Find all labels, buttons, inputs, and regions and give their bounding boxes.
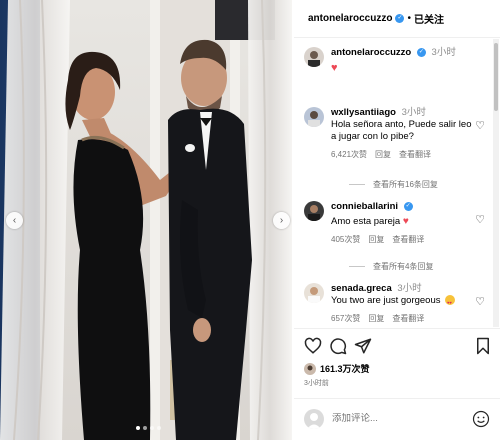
comments-scrollbar[interactable]: [493, 39, 499, 327]
carousel-dot: [150, 426, 154, 430]
verified-icon: ✓: [416, 47, 426, 57]
post-time: 3小时前: [304, 380, 329, 387]
comment-item: connieballarini ✓ Amo esta pareja ♥ 405次…: [304, 201, 489, 245]
scrollbar-thumb[interactable]: [494, 43, 498, 111]
comment-like-icon[interactable]: ♡: [475, 213, 485, 226]
chevron-right-icon: ›: [279, 215, 284, 226]
add-comment-bar: [294, 398, 500, 440]
comment-username[interactable]: senada.greca: [331, 283, 392, 294]
comment-likes[interactable]: 657次赞: [331, 313, 360, 324]
comments-list[interactable]: antonelaroccuzzo ✓ 3小时 ♥ wxllysantiiago …: [294, 39, 492, 327]
translate-button[interactable]: 查看翻译: [392, 313, 424, 324]
view-replies-label: 查看所有4条回复: [373, 262, 434, 271]
reply-button[interactable]: 回复: [368, 234, 384, 245]
comment-item: wxllysantiiago 3小时 Hola señora anto, Pue…: [304, 107, 489, 160]
caption-text: ♥: [331, 62, 489, 75]
comment-username[interactable]: wxllysantiiago: [331, 107, 396, 118]
carousel-dot: [143, 426, 147, 430]
red-heart-icon: ♥: [331, 62, 338, 74]
view-replies-button[interactable]: 查看所有4条回复: [349, 261, 433, 272]
comment-text-row: Amo esta pareja ♥: [331, 216, 489, 228]
caption-time: 3小时: [431, 47, 456, 58]
reply-button[interactable]: 回复: [368, 313, 384, 324]
avatar: [304, 362, 316, 375]
caption-username[interactable]: antonelaroccuzzo: [331, 47, 411, 58]
comment-input[interactable]: [332, 413, 452, 424]
verified-icon: ✓: [395, 14, 405, 23]
carousel-indicator: [136, 426, 161, 430]
reply-button[interactable]: 回复: [375, 149, 391, 160]
post-actions: [294, 328, 500, 360]
carousel-dot: [157, 426, 161, 430]
avatar[interactable]: [304, 107, 324, 127]
comment-text: Hola señora anto, Puede salir leo: [331, 119, 472, 130]
save-bookmark-icon[interactable]: [474, 337, 492, 355]
photo-image: [0, 0, 292, 440]
comment-like-icon[interactable]: ♡: [475, 119, 485, 132]
red-heart-icon: ♥: [402, 216, 409, 227]
comment-time: 3小时: [397, 283, 422, 294]
avatar[interactable]: [304, 47, 324, 67]
comment-icon[interactable]: [329, 337, 347, 355]
likes-row[interactable]: 161.3万次赞: [304, 362, 370, 375]
comment-like-icon[interactable]: ♡: [475, 295, 485, 308]
translate-button[interactable]: 查看翻译: [392, 234, 424, 245]
likes-count[interactable]: 161.3万次赞: [320, 362, 370, 375]
divider: [349, 184, 365, 185]
post-photo: ‹ ›: [0, 0, 292, 440]
translate-button[interactable]: 查看翻译: [399, 149, 431, 160]
view-replies-button[interactable]: 查看所有16条回复: [349, 179, 438, 190]
comment-item: senada.greca 3小时 You two are just gorgeo…: [304, 283, 489, 324]
header-separator: •: [407, 13, 411, 24]
post-caption: antonelaroccuzzo ✓ 3小时 ♥: [304, 47, 489, 75]
verified-icon: ✓: [403, 201, 413, 211]
comment-username[interactable]: connieballarini: [331, 201, 398, 212]
post-sidebar: antonelaroccuzzo ✓ • 已关注 antonelaroccuzz…: [294, 0, 500, 440]
comment-text: You two are just gorgeous: [331, 295, 441, 306]
avatar[interactable]: [304, 283, 324, 303]
carousel-next-button[interactable]: ›: [273, 212, 290, 229]
divider: [349, 266, 365, 267]
comment-time: 3小时: [401, 107, 426, 118]
carousel-prev-button[interactable]: ‹: [6, 212, 23, 229]
like-icon[interactable]: [304, 337, 322, 355]
view-replies-label: 查看所有16条回复: [373, 180, 438, 189]
avatar: [304, 409, 324, 429]
comment-likes[interactable]: 405次赞: [331, 234, 360, 245]
share-icon[interactable]: [354, 337, 372, 355]
comment-text: Amo esta pareja: [331, 216, 401, 227]
comment-text: a jugar con lo pibe?: [331, 131, 414, 142]
post-header: antonelaroccuzzo ✓ • 已关注: [294, 0, 500, 38]
comment-text-row: You two are just gorgeous ♥♥: [331, 295, 489, 307]
carousel-dot: [136, 426, 140, 430]
chevron-left-icon: ‹: [12, 215, 17, 226]
avatar[interactable]: [304, 201, 324, 221]
author-username[interactable]: antonelaroccuzzo: [308, 13, 392, 24]
heart-eyes-emoji-icon: ♥♥: [445, 295, 456, 306]
comment-likes[interactable]: 6,421次赞: [331, 149, 367, 160]
following-button[interactable]: 已关注: [414, 11, 444, 26]
emoji-icon[interactable]: [472, 410, 490, 428]
